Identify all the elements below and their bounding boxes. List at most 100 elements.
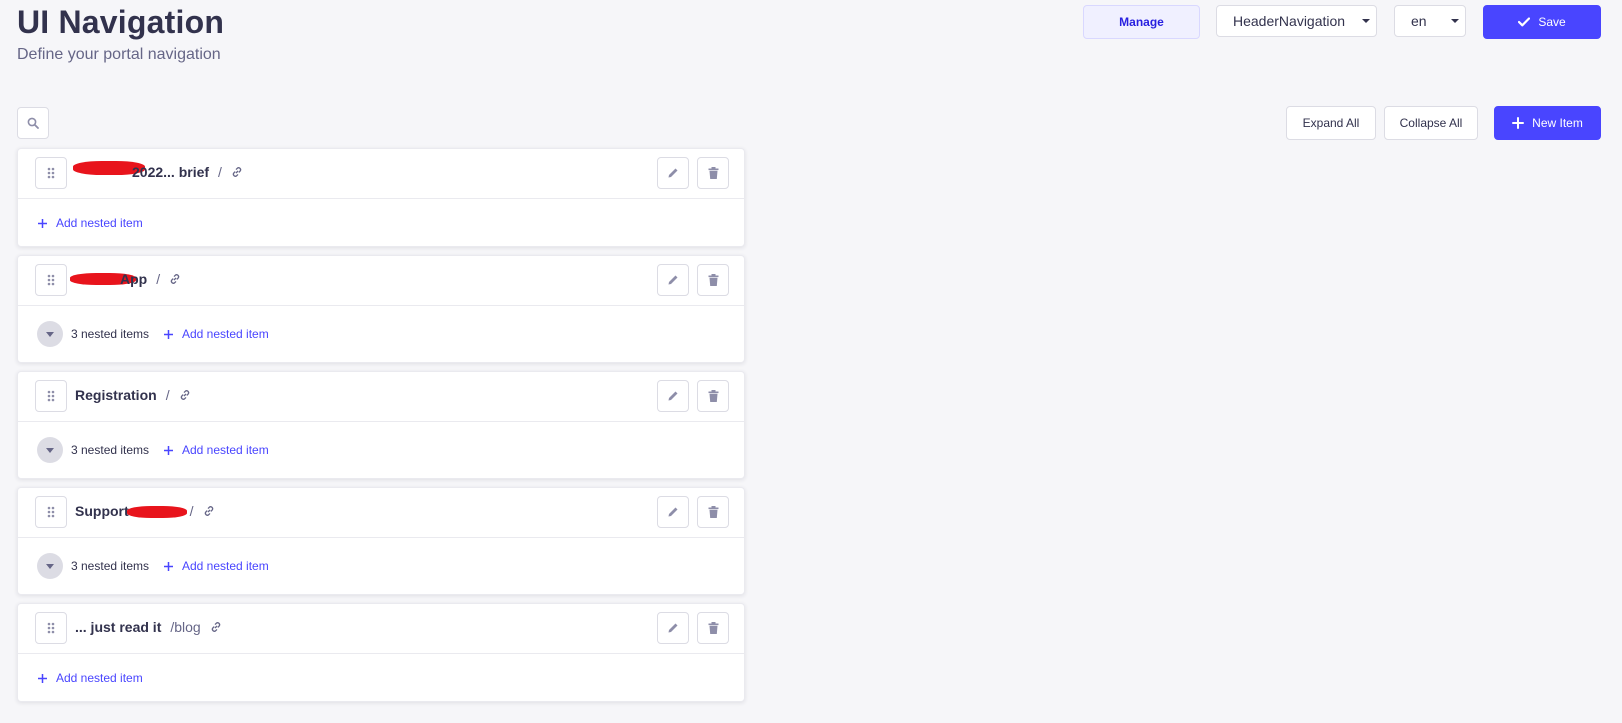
new-item-button[interactable]: New Item [1494, 106, 1601, 140]
item-path: / [156, 271, 161, 287]
drag-icon [47, 167, 55, 179]
item-title-text: ... just read it [75, 619, 162, 635]
navigation-item-footer: 3 nested items Add nested item [18, 538, 744, 596]
caret-down-icon [1362, 19, 1370, 23]
navigation-item-footer: 3 nested items Add nested item [18, 306, 744, 364]
edit-button[interactable] [657, 264, 689, 296]
redaction-mark [127, 506, 187, 518]
navigation-item-footer: Add nested item [18, 199, 744, 248]
item-path: / [218, 164, 222, 180]
trash-icon [708, 622, 718, 634]
page-title: UI Navigation [17, 4, 225, 40]
item-path: / [165, 387, 170, 403]
drag-icon [47, 274, 55, 286]
manage-button[interactable]: Manage [1083, 5, 1200, 39]
item-title-text: App [120, 271, 148, 287]
drag-icon [47, 390, 55, 402]
drag-handle[interactable] [35, 612, 67, 644]
add-nested-item-link[interactable]: Add nested item [163, 559, 269, 573]
pencil-icon [668, 168, 678, 178]
plus-icon [164, 445, 173, 455]
trash-icon [708, 167, 718, 179]
collapse-all-label: Collapse All [1399, 116, 1463, 130]
caret-down-icon [46, 331, 54, 337]
locale-select[interactable]: en [1394, 5, 1466, 37]
add-nested-item-label: Add nested item [182, 443, 269, 457]
drag-icon [47, 622, 55, 634]
navigation-item-footer: 3 nested items Add nested item [18, 422, 744, 480]
check-icon [1518, 17, 1531, 27]
expand-all-label: Expand All [1302, 116, 1360, 130]
link-icon [179, 389, 191, 401]
item-title-text: 2022... brief [132, 164, 210, 180]
caret-down-icon [1451, 19, 1459, 23]
pencil-icon [668, 507, 678, 517]
navigation-item-title: 2022... brief / [132, 164, 243, 180]
navigation-item-title: ... just read it /blog [75, 619, 222, 635]
navigation-select-value: HeaderNavigation [1233, 13, 1346, 29]
nested-items-count: 3 nested items [71, 443, 150, 457]
new-item-label: New Item [1532, 116, 1583, 130]
edit-button[interactable] [657, 157, 689, 189]
navigation-item-header: 2022... brief / [18, 149, 744, 199]
caret-down-icon [46, 447, 54, 453]
navigation-item-header: ... just read it /blog [18, 604, 744, 654]
save-button-label: Save [1538, 15, 1566, 29]
navigation-item-header: App / [18, 256, 744, 306]
drag-handle[interactable] [35, 264, 67, 296]
navigation-item-card: Support / 3 nested items Add nested item [17, 487, 745, 595]
navigation-item-card: App / 3 nested items Add nested item [17, 255, 745, 363]
expand-all-button[interactable]: Expand All [1286, 106, 1376, 140]
edit-button[interactable] [657, 612, 689, 644]
search-icon [27, 117, 39, 129]
manage-button-label: Manage [1119, 15, 1164, 29]
trash-icon [708, 506, 718, 518]
collapse-all-button[interactable]: Collapse All [1384, 106, 1478, 140]
edit-button[interactable] [657, 496, 689, 528]
trash-icon [708, 274, 718, 286]
drag-handle[interactable] [35, 380, 67, 412]
link-icon [231, 166, 243, 178]
navigation-item-card: Registration / 3 nested items Add nested… [17, 371, 745, 479]
navigation-select[interactable]: HeaderNavigation [1216, 5, 1377, 37]
delete-button[interactable] [697, 380, 729, 412]
drag-handle[interactable] [35, 496, 67, 528]
plus-icon [164, 329, 173, 339]
expand-nested-toggle[interactable] [37, 553, 63, 579]
edit-button[interactable] [657, 380, 689, 412]
save-button[interactable]: Save [1483, 5, 1601, 39]
plus-icon [38, 673, 47, 683]
drag-handle[interactable] [35, 157, 67, 189]
navigation-item-footer: Add nested item [18, 654, 744, 703]
navigation-item-header: Registration / [18, 372, 744, 422]
navigation-item-title: App / [120, 271, 181, 287]
delete-button[interactable] [697, 264, 729, 296]
item-path: /blog [170, 619, 201, 635]
pencil-icon [668, 623, 678, 633]
add-nested-item-link[interactable]: Add nested item [37, 671, 143, 685]
locale-select-value: en [1411, 13, 1427, 29]
add-nested-item-label: Add nested item [182, 327, 269, 341]
item-title-text: Support [75, 503, 129, 519]
delete-button[interactable] [697, 612, 729, 644]
add-nested-item-link[interactable]: Add nested item [37, 216, 143, 230]
expand-nested-toggle[interactable] [37, 437, 63, 463]
search-button[interactable] [17, 107, 49, 139]
navigation-item-header: Support / [18, 488, 744, 538]
delete-button[interactable] [697, 157, 729, 189]
delete-button[interactable] [697, 496, 729, 528]
link-icon [169, 273, 181, 285]
plus-icon [1512, 117, 1525, 129]
navigation-item-card: ... just read it /blog Add nested item [17, 603, 745, 702]
add-nested-item-link[interactable]: Add nested item [163, 443, 269, 457]
nested-items-count: 3 nested items [71, 327, 150, 341]
add-nested-item-link[interactable]: Add nested item [163, 327, 269, 341]
drag-icon [47, 506, 55, 518]
pencil-icon [668, 275, 678, 285]
navigation-item-card: 2022... brief / Add nested item [17, 148, 745, 247]
caret-down-icon [46, 563, 54, 569]
item-path: / [189, 503, 194, 519]
add-nested-item-label: Add nested item [56, 671, 143, 685]
page-subtitle: Define your portal navigation [17, 46, 221, 63]
expand-nested-toggle[interactable] [37, 321, 63, 347]
